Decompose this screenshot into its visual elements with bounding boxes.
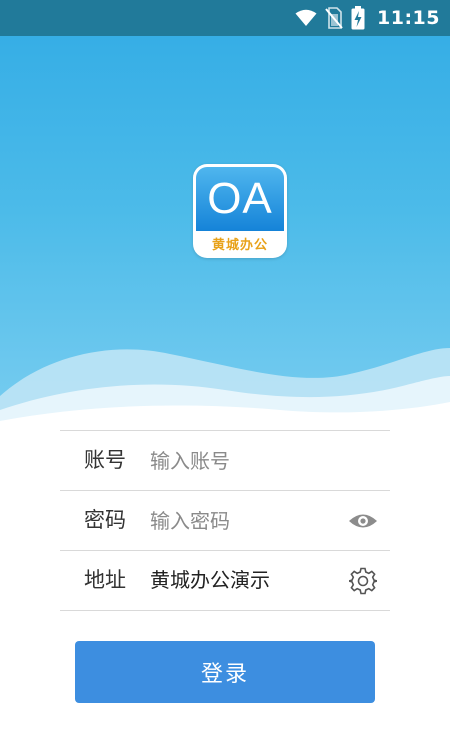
login-form: 账号 密码 地址 黄城办公演示 [60, 430, 390, 611]
login-button[interactable]: 登录 [75, 641, 375, 703]
wifi-icon [295, 9, 317, 27]
account-label: 账号 [84, 448, 126, 472]
address-value: 黄城办公演示 [150, 568, 270, 592]
battery-charging-icon [351, 6, 365, 30]
password-input[interactable] [150, 505, 330, 537]
status-icons: 11:15 [295, 0, 440, 36]
eye-icon[interactable] [348, 506, 378, 536]
no-sim-icon [325, 7, 343, 29]
password-label: 密码 [84, 508, 126, 532]
address-row[interactable]: 地址 黄城办公演示 [60, 551, 390, 611]
password-row: 密码 [60, 491, 390, 551]
gear-icon[interactable] [348, 566, 378, 596]
account-row: 账号 [60, 431, 390, 491]
status-bar: 11:15 [0, 0, 450, 36]
address-label: 地址 [84, 568, 126, 592]
logo-text: OA [196, 167, 284, 231]
wave-decoration [0, 348, 450, 426]
status-time: 11:15 [377, 7, 440, 29]
app-logo: OA 黄城办公 [193, 164, 287, 258]
logo-subtitle: 黄城办公 [211, 237, 268, 253]
account-input[interactable] [150, 445, 330, 477]
